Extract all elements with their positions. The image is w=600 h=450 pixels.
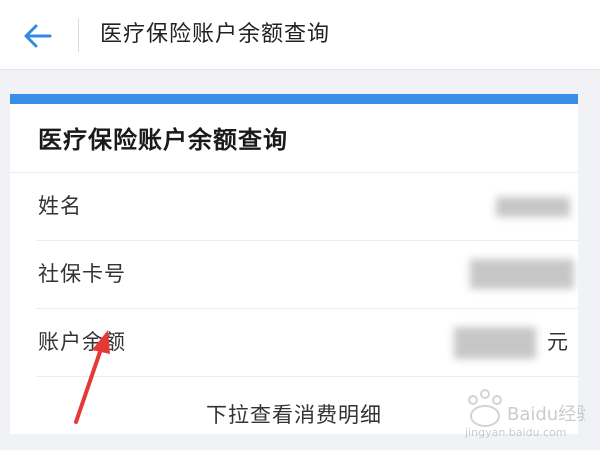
arrow-left-icon: [24, 24, 52, 48]
name-value-redacted: [496, 197, 570, 217]
red-arrow-annotation: [74, 330, 110, 424]
card-number-label: 社保卡号: [38, 262, 126, 286]
card-number-value-redacted: [470, 259, 574, 289]
page-title: 医疗保险账户余额查询: [100, 22, 331, 47]
name-label: 姓名: [38, 194, 82, 218]
watermark-url: jingyan.baidu.com: [464, 426, 567, 439]
top-navigation-bar: 医疗保险账户余额查询: [0, 0, 600, 70]
balance-value-redacted: [454, 327, 536, 359]
watermark-brand: Baidu经验: [507, 404, 585, 425]
baidu-watermark: jingyan.baidu.com Baidu经验: [464, 389, 585, 439]
back-button[interactable]: [18, 16, 58, 56]
currency-unit: 元: [547, 330, 568, 354]
row-name: 姓名: [36, 173, 578, 241]
header-divider: [78, 18, 79, 52]
card-title: 医疗保险账户余额查询: [38, 126, 288, 154]
row-card-number: 社保卡号: [36, 241, 578, 309]
